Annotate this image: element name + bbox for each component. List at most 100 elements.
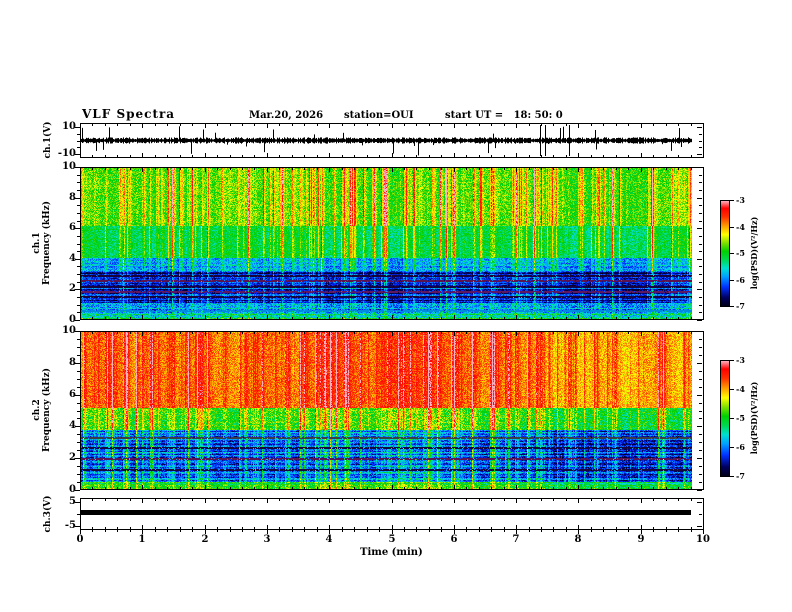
tick-mark [553,530,554,532]
y-tick-label: 10 [62,121,76,132]
tick-mark [379,168,380,170]
tick-mark [703,315,704,319]
tick-mark [479,317,480,319]
tick-mark [267,153,268,157]
tick-mark [279,527,280,529]
tick-mark [77,474,80,475]
tick-mark [105,487,106,489]
tick-mark [117,168,118,170]
tick-mark [354,124,355,126]
tick-mark [205,332,206,336]
tick-mark [678,332,679,334]
tick-mark [516,153,517,157]
tick-mark [441,499,442,501]
tick-mark [77,347,80,348]
tick-mark [304,487,305,489]
tick-mark [92,499,93,501]
y-tick-label: 10 [62,325,76,336]
tick-mark [279,155,280,157]
tick-mark [292,499,293,501]
tick-mark [267,485,268,489]
tick-mark [205,485,206,489]
tick-mark [217,124,218,126]
tick-mark [92,317,93,319]
tick-mark [641,525,642,529]
tick-mark [367,332,368,334]
tick-mark [529,332,530,334]
tick-mark [454,485,455,489]
tick-mark [77,466,80,467]
tick-mark [697,458,702,459]
y-tick-label: 6 [69,389,76,400]
tick-mark [566,168,567,170]
tick-mark [254,155,255,157]
tick-mark [491,527,492,529]
tick-mark [92,487,93,489]
tick-mark [329,525,330,529]
tick-mark [703,168,704,172]
tick-mark [603,124,604,126]
tick-mark [699,297,702,298]
tick-mark [553,499,554,501]
tick-mark [416,487,417,489]
tick-mark [678,487,679,489]
ch2-colorbar-title: log(PSD)(V²/Hz) [749,381,759,455]
tick-mark [591,530,592,532]
tick-mark [628,155,629,157]
tick-mark [628,332,629,334]
tick-mark [192,487,193,489]
tick-mark [167,155,168,157]
tick-mark [416,499,417,501]
tick-mark [697,490,702,491]
colorbar-tick-label: -6 [736,275,745,285]
tick-mark [653,487,654,489]
tick-mark [342,487,343,489]
tick-mark [242,499,243,501]
tick-mark [92,332,93,334]
tick-mark [529,124,530,126]
tick-mark [491,155,492,157]
ch1-spectrogram-image [81,168,692,319]
ch1-colorbar [720,200,730,307]
tick-mark [77,379,80,380]
x-tick-label: 6 [450,534,458,545]
tick-mark [578,332,579,336]
tick-mark [292,487,293,489]
tick-mark [292,332,293,334]
tick-mark [699,274,702,275]
tick-mark [254,499,255,501]
tick-mark [77,274,80,275]
tick-mark [404,499,405,501]
tick-mark [466,527,467,529]
tick-mark [641,153,642,157]
tick-mark [566,124,567,126]
tick-mark [591,487,592,489]
tick-mark [578,124,579,128]
tick-mark [77,282,80,283]
tick-mark [504,527,505,529]
tick-mark [697,363,702,364]
tick-mark [666,527,667,529]
tick-mark [529,487,530,489]
tick-mark [77,141,80,142]
tick-mark [504,499,505,501]
tick-mark [77,434,80,435]
tick-mark [217,168,218,170]
tick-mark [504,332,505,334]
tick-mark [180,124,181,126]
tick-mark [342,155,343,157]
tick-mark [529,530,530,532]
y-tick-label: 5 [69,496,76,507]
tick-mark [697,289,702,290]
tick-mark [304,527,305,529]
tick-mark [317,487,318,489]
tick-mark [392,499,393,503]
tick-mark [80,315,81,319]
tick-mark [504,168,505,170]
tick-mark [699,134,702,135]
tick-mark [329,332,330,336]
tick-mark [429,168,430,170]
tick-mark [697,331,702,332]
tick-mark [699,266,702,267]
ch2-spec-ylabel: ch.2 Frequency (kHz) [32,368,52,452]
